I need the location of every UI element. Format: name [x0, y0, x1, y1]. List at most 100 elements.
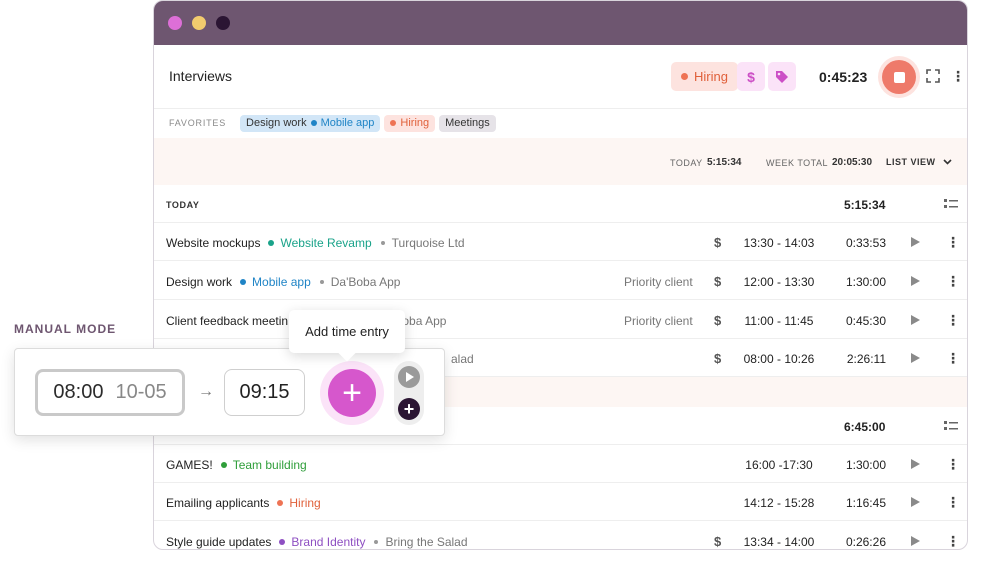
play-icon	[406, 372, 414, 382]
manual-mode-button[interactable]: +	[398, 398, 420, 420]
project-color-dot	[681, 73, 688, 80]
entry-time-range[interactable]: 16:00 -17:30	[739, 458, 819, 472]
favorite-project: Meetings	[445, 117, 490, 129]
timer-project-chip[interactable]: Hiring	[671, 62, 738, 91]
entry-time-range[interactable]: 12:00 - 13:30	[739, 275, 819, 289]
entry-duration[interactable]: 0:26:26	[834, 535, 886, 549]
day-label: TODAY	[166, 200, 200, 210]
chevron-down-icon	[942, 159, 952, 165]
time-entry-row[interactable]: Client feedback meetin 'Boba App Priority…	[154, 301, 967, 339]
entry-duration[interactable]: 0:45:30	[834, 314, 886, 328]
entry-tag[interactable]: Priority client	[624, 275, 693, 289]
entry-duration[interactable]: 0:33:53	[834, 236, 886, 250]
window-minimize-dot[interactable]	[192, 16, 206, 30]
project-color-dot	[220, 462, 227, 468]
entry-project[interactable]: Mobile app	[252, 275, 311, 289]
day-total: 6:45:00	[844, 420, 886, 434]
entry-client: alad	[451, 352, 474, 366]
time-entry-row[interactable]: Website mockups Website Revamp Turquoise L…	[154, 223, 967, 261]
day-total: 5:15:34	[844, 198, 886, 212]
entry-duration[interactable]: 1:16:45	[834, 496, 886, 510]
entry-duration[interactable]: 1:30:00	[834, 458, 886, 472]
entry-project[interactable]: Website Revamp	[280, 236, 371, 250]
totals-bar: TODAY 5:15:34 WEEK TOTAL 20:05:30 LIST V…	[154, 138, 967, 185]
start-date-value[interactable]: 10-05	[115, 381, 166, 404]
play-icon[interactable]	[911, 315, 920, 325]
timer-description-input[interactable]: Interviews	[169, 68, 232, 84]
project-color-dot	[310, 120, 317, 126]
view-mode-dropdown[interactable]: LIST VIEW	[886, 157, 952, 167]
entry-project[interactable]: Hiring	[289, 496, 320, 510]
tag-icon	[776, 70, 788, 83]
more-options-icon[interactable]: ⋮	[951, 69, 965, 83]
billable-icon[interactable]: $	[714, 351, 721, 366]
favorite-description: Design work	[246, 117, 307, 129]
entry-client: Da'Boba App	[330, 275, 401, 289]
time-entry-row[interactable]: Emailing applicants Hiring 14:12 - 15:28 …	[154, 483, 967, 521]
bulk-edit-icon[interactable]	[944, 421, 958, 431]
entry-time-range[interactable]: 11:00 - 11:45	[739, 314, 819, 328]
more-options-icon[interactable]: ⋮	[946, 274, 960, 288]
entry-tag[interactable]: Priority client	[624, 314, 693, 328]
expand-icon[interactable]	[926, 69, 940, 83]
favorite-chip-design-work[interactable]: Design work Mobile app	[240, 114, 381, 132]
view-mode-label: LIST VIEW	[886, 157, 936, 167]
day-group-header: TODAY 5:15:34	[154, 185, 967, 223]
billable-toggle[interactable]: $	[737, 62, 765, 91]
entry-description: GAMES!	[166, 458, 213, 472]
more-options-icon[interactable]: ⋮	[946, 313, 960, 327]
end-time-field[interactable]: 09:15	[224, 369, 305, 416]
billable-icon[interactable]: $	[714, 534, 721, 549]
timer-bar: Interviews Hiring $ 0:45:23 ⋮	[154, 45, 967, 109]
manual-mode-label: MANUAL MODE	[14, 322, 117, 336]
separator-dot	[319, 280, 324, 284]
plus-icon: +	[328, 369, 376, 417]
start-time-field[interactable]: 08:00 10-05	[35, 369, 185, 416]
window-close-dot[interactable]	[168, 16, 182, 30]
entry-duration[interactable]: 2:26:11	[834, 352, 886, 366]
entry-time-range[interactable]: 13:34 - 14:00	[739, 535, 819, 549]
play-icon[interactable]	[911, 459, 920, 469]
play-icon[interactable]	[911, 353, 920, 363]
timer-mode-button[interactable]	[398, 366, 420, 388]
time-entry-row[interactable]: Design work Mobile app Da'Boba App Priorit…	[154, 262, 967, 300]
time-entry-row[interactable]: Style guide updates Brand Identity Bring t…	[154, 522, 967, 549]
dollar-icon: $	[747, 68, 755, 85]
mode-switch: +	[394, 361, 424, 425]
more-options-icon[interactable]: ⋮	[946, 235, 960, 249]
bulk-edit-icon[interactable]	[944, 199, 958, 209]
favorite-chip-hiring[interactable]: Hiring	[384, 114, 436, 132]
more-options-icon[interactable]: ⋮	[946, 351, 960, 365]
favorite-project: Mobile app	[320, 117, 375, 129]
entry-client: Bring the Salad	[385, 535, 468, 549]
project-color-dot	[277, 500, 284, 506]
add-time-entry-button[interactable]: +	[320, 361, 384, 425]
billable-icon[interactable]: $	[714, 313, 721, 328]
today-total-label: TODAY	[670, 158, 703, 168]
entry-duration[interactable]: 1:30:00	[834, 275, 886, 289]
entry-project[interactable]: Brand Identity	[291, 535, 365, 549]
window-zoom-dot[interactable]	[216, 16, 230, 30]
favorite-chip-meetings[interactable]: Meetings	[439, 114, 496, 132]
billable-icon[interactable]: $	[714, 274, 721, 289]
more-options-icon[interactable]: ⋮	[946, 457, 960, 471]
tag-button[interactable]	[768, 62, 796, 91]
entry-description: Emailing applicants	[166, 496, 270, 510]
play-icon[interactable]	[911, 497, 920, 507]
entry-time-range[interactable]: 13:30 - 14:03	[739, 236, 819, 250]
favorite-project: Hiring	[400, 117, 430, 129]
play-icon[interactable]	[911, 536, 920, 546]
stop-timer-button[interactable]	[882, 60, 916, 94]
play-icon[interactable]	[911, 276, 920, 286]
entry-project[interactable]: Team building	[233, 458, 307, 472]
separator-dot	[374, 540, 379, 544]
more-options-icon[interactable]: ⋮	[946, 495, 960, 509]
entry-description: Style guide updates	[166, 535, 272, 549]
time-entry-row[interactable]: GAMES! Team building 16:00 -17:30 1:30:00…	[154, 445, 967, 483]
more-options-icon[interactable]: ⋮	[946, 534, 960, 548]
play-icon[interactable]	[911, 237, 920, 247]
entry-time-range[interactable]: 08:00 - 10:26	[739, 352, 819, 366]
entry-time-range[interactable]: 14:12 - 15:28	[739, 496, 819, 510]
billable-icon[interactable]: $	[714, 235, 721, 250]
app-window: Interviews Hiring $ 0:45:23 ⋮ FAVORITES …	[153, 0, 968, 550]
